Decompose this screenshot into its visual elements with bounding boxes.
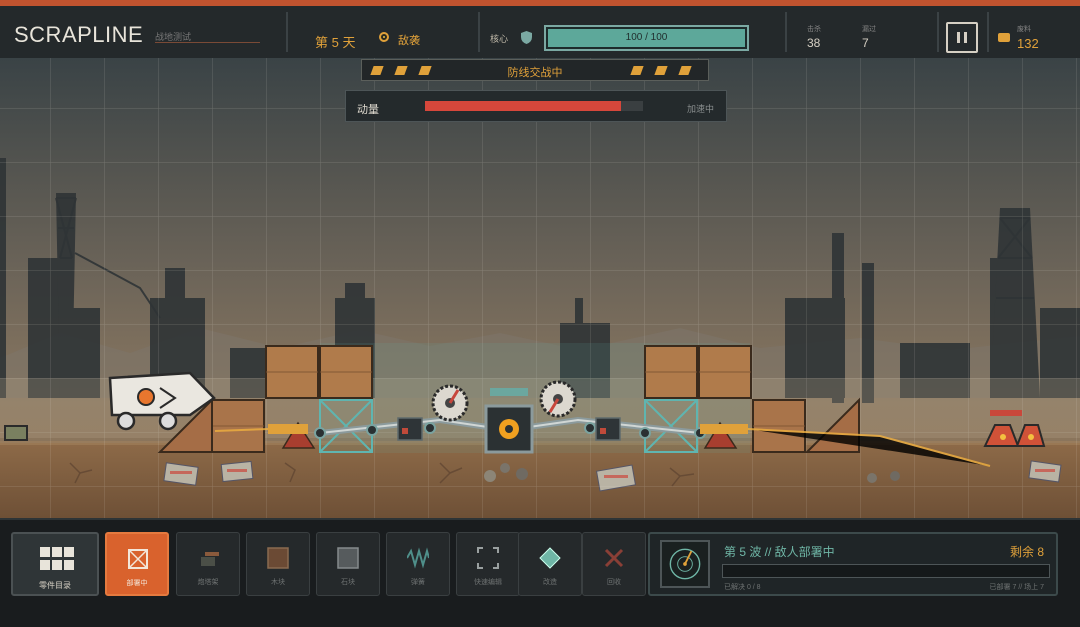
slot-label: 炮塔架 [197, 579, 219, 586]
slot-stone-block[interactable]: 石块 [316, 532, 380, 596]
scrap-icon [998, 33, 1010, 42]
phase-indicator-icon [379, 32, 389, 42]
momentum-label: 动量 [357, 104, 379, 116]
wave-progress-left: 已解决 0 / 8 [724, 584, 761, 591]
wood-block-icon [267, 547, 289, 569]
radar-icon [660, 540, 710, 588]
slot-label: 改造 [543, 579, 557, 586]
grid-icon [40, 547, 74, 571]
parts-catalog-button[interactable]: 零件目录 [11, 532, 99, 596]
leaks-value: 7 [862, 36, 869, 50]
core-label: 核心 [490, 34, 509, 44]
phase-label: 敌袭 [398, 35, 420, 47]
slot-label: 木块 [271, 579, 285, 586]
slot-spring[interactable]: 弹簧 [386, 532, 450, 596]
subtitle-underline [155, 42, 260, 43]
stone-block-icon [337, 547, 359, 569]
battlefield[interactable] [0, 58, 1080, 518]
scrap-label: 废料 [1017, 26, 1031, 33]
wave-progress-right: 已部署 7 // 场上 7 [989, 584, 1044, 591]
slot-label: 部署中 [126, 580, 148, 587]
slot-label: 石块 [341, 579, 355, 586]
slot-frame[interactable]: 部署中 [105, 532, 169, 596]
slot-modify[interactable]: 改造 [518, 532, 582, 596]
slot-quick-edit[interactable]: 快速编辑 [456, 532, 520, 596]
select-icon [477, 547, 499, 569]
momentum-bar [425, 101, 643, 111]
slot-recycle[interactable]: 回收 [582, 532, 646, 596]
pause-button[interactable] [946, 22, 978, 53]
core-health-bar: 100 / 100 [544, 25, 749, 51]
crystal-icon [539, 547, 561, 569]
parts-catalog-label: 零件目录 [39, 581, 71, 590]
game-title: SCRAPLINE [14, 22, 144, 47]
wave-title: 第 5 波 // 敌人部署中 [724, 545, 835, 559]
slot-label: 快速编辑 [474, 579, 502, 586]
top-bar: SCRAPLINE 战地测试 第 5 天 敌袭 核心 100 / 100 击杀 … [0, 0, 1080, 58]
build-toolbar: 零件目录 部署中 炮塔架 木块 石块 弹簧 快速编辑 改造 回收 第 5 波 /… [0, 518, 1080, 627]
scrap-value: 132 [1017, 36, 1039, 51]
enemies-remaining: 剩余 8 [1009, 545, 1044, 559]
combat-status-banner: 防线交战中 [361, 59, 709, 81]
momentum-fill [425, 101, 622, 111]
wave-progress-bar [722, 564, 1050, 578]
turret-icon [201, 552, 219, 566]
shield-icon [521, 31, 532, 44]
frame-icon [128, 549, 148, 569]
slot-turret[interactable]: 炮塔架 [176, 532, 240, 596]
momentum-state: 加速中 [686, 104, 714, 114]
slot-label: 弹簧 [411, 579, 425, 586]
kills-label: 击杀 [807, 26, 821, 33]
kills-value: 38 [807, 36, 821, 50]
momentum-panel: 动量 加速中 [345, 90, 727, 122]
battlefield-scene [0, 58, 1080, 518]
core-health-text: 100 / 100 [625, 32, 668, 43]
spring-icon [407, 547, 429, 569]
leaks-label: 漏过 [862, 26, 876, 33]
day-counter: 第 5 天 [315, 35, 356, 50]
slot-wood-block[interactable]: 木块 [246, 532, 310, 596]
wave-panel: 第 5 波 // 敌人部署中 剩余 8 已解决 0 / 8 已部署 7 // 场… [648, 532, 1058, 596]
slot-label: 回收 [607, 579, 621, 586]
delete-icon [604, 548, 624, 568]
